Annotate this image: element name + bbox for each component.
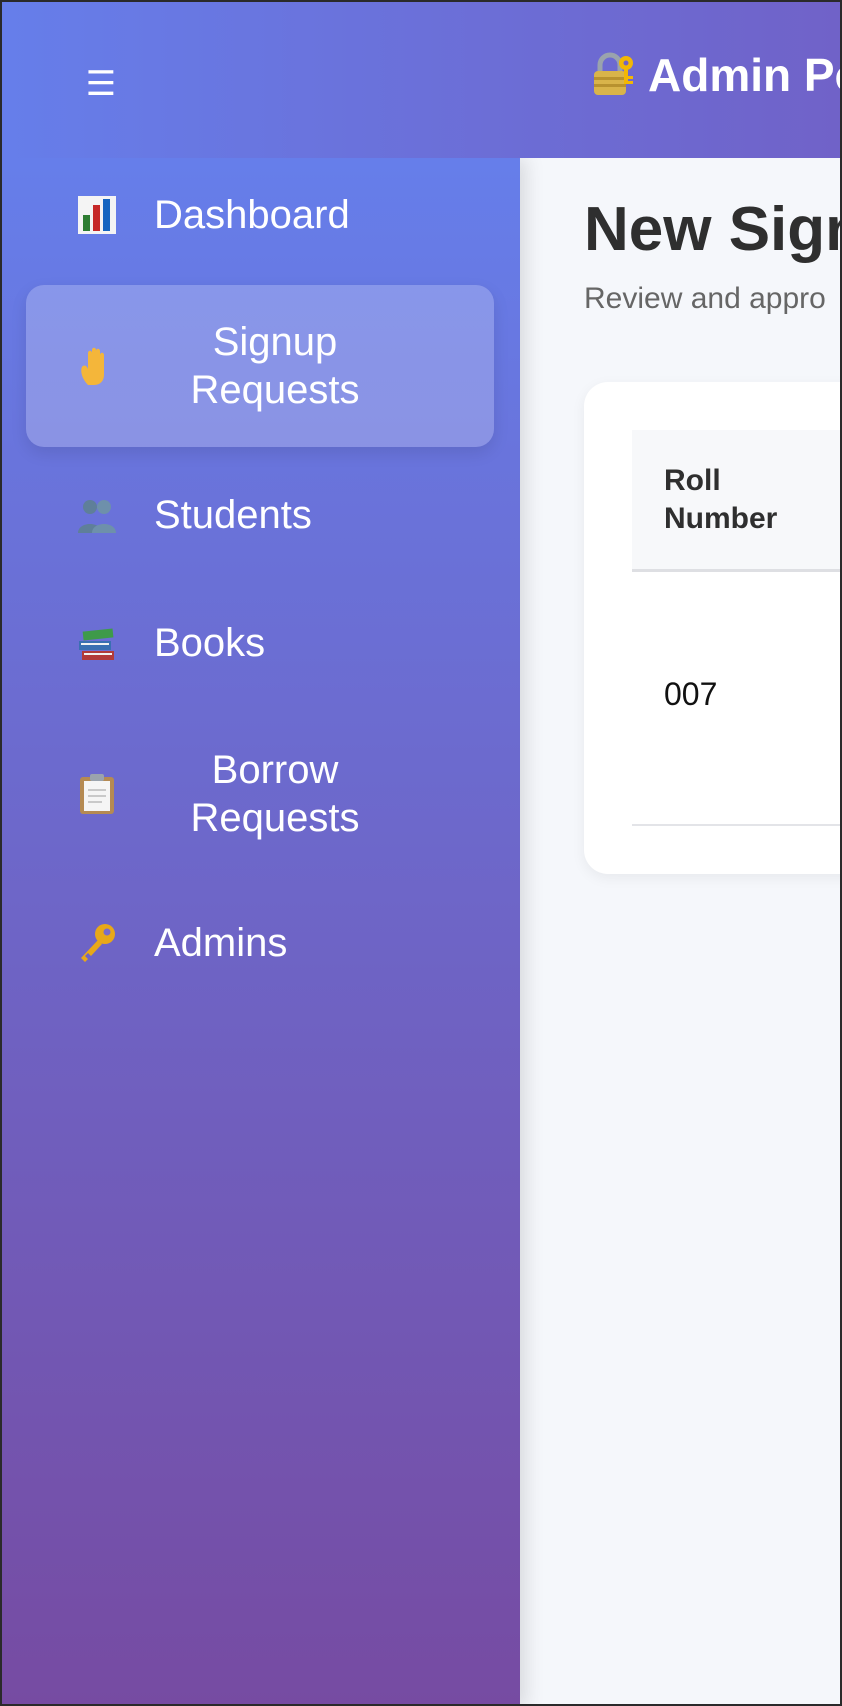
sidebar-item-label: Signup Requests — [190, 320, 360, 412]
table-header: Roll Number — [632, 430, 840, 572]
sidebar-item-label: Borrow Requests — [190, 748, 360, 840]
sidebar-item-label: Dashboard — [154, 193, 350, 237]
top-bar: ☰ Admin Po — [2, 2, 842, 158]
sidebar-item-students[interactable]: Students — [26, 460, 494, 570]
sidebar-item-admins[interactable]: Admins — [26, 888, 494, 998]
key-icon — [76, 922, 118, 964]
sidebar-item-label: Students — [154, 493, 312, 537]
brand: Admin Po — [588, 48, 842, 102]
main-content: New Sign Review and appro Roll Number 00… — [520, 158, 842, 1704]
hamburger-icon[interactable]: ☰ — [66, 56, 136, 112]
sidebar: Dashboard Signup Requests Students Books… — [2, 158, 520, 1704]
column-header-roll-number: Roll Number — [664, 464, 778, 535]
clipboard-icon — [76, 773, 118, 815]
brand-title: Admin Po — [648, 49, 842, 101]
table-row: 007 — [632, 572, 840, 826]
sidebar-item-books[interactable]: Books — [26, 588, 494, 698]
raised-hand-icon — [76, 345, 118, 387]
sidebar-item-label: Books — [154, 621, 266, 665]
page-title: New Sign — [584, 195, 842, 264]
people-icon — [76, 494, 118, 536]
requests-card: Roll Number 007 — [584, 382, 840, 874]
sidebar-item-signup-requests[interactable]: Signup Requests — [26, 285, 494, 447]
app-window: ☰ Admin Po Dashboard Signup Requests Stu… — [0, 0, 842, 1706]
table-cell-roll-number: 007 — [664, 676, 718, 712]
lock-with-key-icon — [588, 51, 636, 99]
sidebar-item-borrow-requests[interactable]: Borrow Requests — [26, 713, 494, 875]
bar-chart-icon — [76, 194, 118, 236]
sidebar-item-dashboard[interactable]: Dashboard — [26, 160, 494, 270]
sidebar-item-label: Admins — [154, 921, 288, 965]
books-icon — [76, 622, 118, 664]
page-subtitle: Review and appro — [584, 282, 826, 315]
